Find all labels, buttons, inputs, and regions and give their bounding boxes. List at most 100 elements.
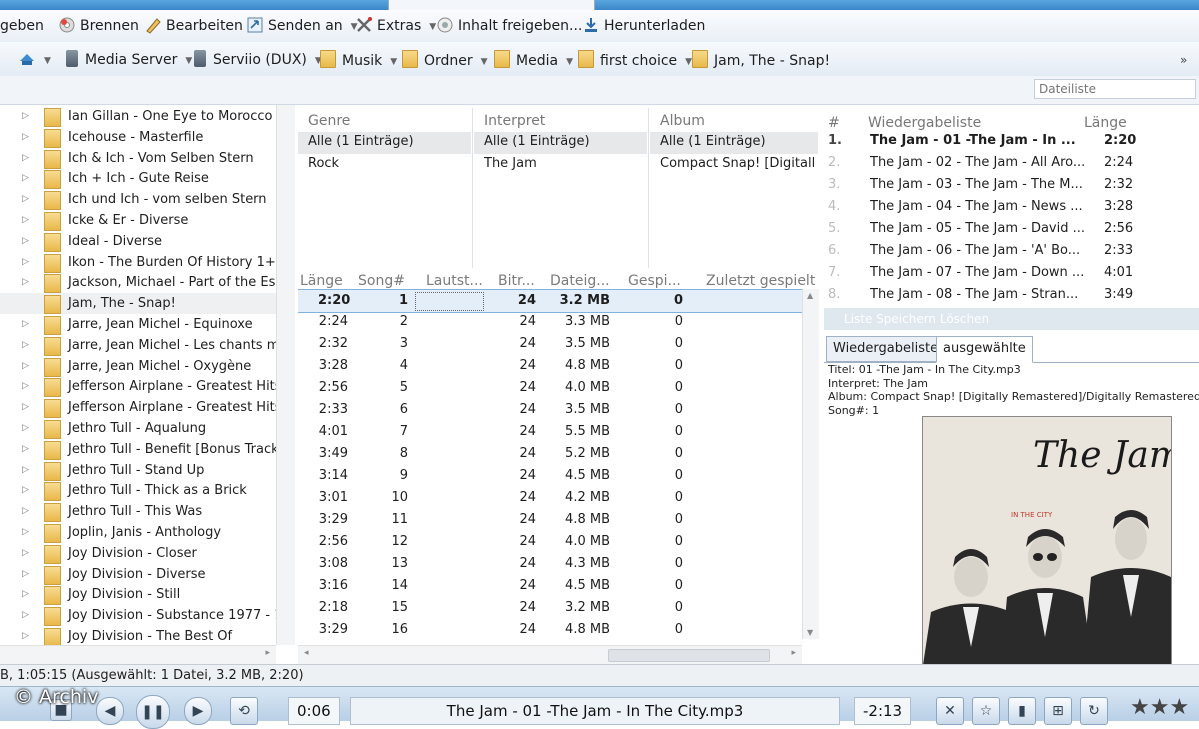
expand-arrow-icon[interactable]: ▷ (22, 418, 29, 439)
tree-horizontal-scrollbar[interactable]: ▸ (0, 645, 276, 664)
next-button[interactable]: ▶ (184, 697, 212, 725)
expand-arrow-icon[interactable]: ▷ (22, 210, 29, 231)
playlist-item[interactable]: 6. The Jam - 06 - The Jam - 'A' Bo... 2:33 (824, 240, 1199, 262)
rating-stars[interactable]: ★★★ (1130, 695, 1189, 720)
playlist-item[interactable]: 8. The Jam - 08 - The Jam - Stran... 3:49 (824, 284, 1199, 306)
tree-item[interactable]: ▷ Ich & Ich - Vom Selben Stern (0, 148, 276, 169)
expand-arrow-icon[interactable]: ▷ (22, 626, 29, 645)
repeat-button[interactable]: ⟲ (230, 697, 258, 725)
table-row[interactable]: 2:56 5 24 4.0 MB 0 (298, 377, 802, 399)
tree-item[interactable]: ▷ Ideal - Diverse (0, 231, 276, 252)
table-row[interactable]: 2:24 2 24 3.3 MB 0 (298, 311, 802, 333)
share-content-button[interactable]: Inhalt freigeben... (436, 16, 582, 36)
expand-arrow-icon[interactable]: ▷ (22, 106, 29, 127)
genre-item[interactable]: Alle (1 Einträge) (308, 131, 468, 153)
tree-item[interactable]: ▷ Jackson, Michael - Part of the Esse (0, 272, 276, 294)
burn-button[interactable]: Brennen (58, 16, 139, 36)
breadcrumb-first-choice[interactable]: first choice ▼ (578, 50, 692, 70)
tree-item[interactable]: ▷ Jethro Tull - Thick as a Brick (0, 480, 276, 502)
extras-button[interactable]: Extras ▼ (355, 16, 436, 36)
table-row[interactable]: 4:01 7 24 5.5 MB 0 (298, 421, 802, 443)
equalizer-button[interactable]: ▮ (1008, 697, 1036, 725)
search-input[interactable] (1034, 79, 1196, 99)
tree-item[interactable]: ▷ Jethro Tull - This Was (0, 501, 276, 523)
network-button[interactable]: ▼ (18, 50, 51, 70)
tree-item[interactable]: ▷ Ian Gillan - One Eye to Morocco (0, 106, 276, 127)
scroll-down-icon[interactable]: ▼ (807, 628, 813, 637)
playlist-item[interactable]: 4. The Jam - 04 - The Jam - News ... 3:28 (824, 196, 1199, 218)
expand-arrow-icon[interactable]: ▷ (22, 272, 29, 293)
expand-arrow-icon[interactable]: ▷ (22, 460, 29, 481)
expand-arrow-icon[interactable]: ▷ (22, 522, 29, 543)
album-header[interactable]: Album (660, 111, 705, 131)
breadcrumb-ordner[interactable]: Ordner ▼ (402, 50, 488, 70)
tab-playlist[interactable]: Wiedergabeliste (826, 336, 946, 362)
tree-item[interactable]: ▷ Ich und Ich - vom selben Stern (0, 189, 276, 211)
expand-arrow-icon[interactable]: ▷ (22, 480, 29, 501)
expand-arrow-icon[interactable]: ▷ (22, 168, 29, 189)
expand-arrow-icon[interactable]: ▷ (22, 252, 29, 273)
expand-arrow-icon[interactable]: ▷ (22, 376, 29, 397)
table-row[interactable]: 2:33 6 24 3.5 MB 0 (298, 399, 802, 421)
expand-arrow-icon[interactable]: ▷ (22, 148, 29, 169)
tree-item[interactable]: ▷ Jethro Tull - Stand Up (0, 460, 276, 481)
expand-arrow-icon[interactable]: ▷ (22, 314, 29, 335)
table-row[interactable]: 3:16 14 24 4.5 MB 0 (298, 575, 802, 597)
expand-arrow-icon[interactable]: ▷ (22, 397, 29, 418)
expand-arrow-icon[interactable]: ▷ (22, 543, 29, 564)
tree-item[interactable]: ▷ Ich + Ich - Gute Reise (0, 168, 276, 190)
tree-item[interactable]: ▷ Icehouse - Masterfile (0, 127, 276, 148)
expand-arrow-icon[interactable]: ▷ (22, 231, 29, 252)
add-to-playlist-button[interactable]: ⊞ (1044, 697, 1072, 725)
table-row[interactable]: 3:28 4 24 4.8 MB 0 (298, 355, 802, 377)
table-row[interactable]: 3:49 8 24 5.2 MB 0 (298, 443, 802, 465)
previous-button[interactable]: ◀ (96, 697, 124, 725)
interpret-item[interactable]: The Jam (484, 153, 644, 175)
expand-arrow-icon[interactable]: ▷ (22, 501, 29, 522)
tree-item[interactable]: ▷ Icke & Er - Diverse (0, 210, 276, 231)
tree-item[interactable]: ▷ Joy Division - Diverse (0, 564, 276, 585)
table-row[interactable]: 3:14 9 24 4.5 MB 0 (298, 465, 802, 487)
active-window-tab[interactable] (388, 0, 595, 10)
expand-arrow-icon[interactable]: ▷ (22, 439, 29, 460)
tree-item[interactable]: ▷ Jefferson Airplane - Greatest Hits ( (0, 376, 276, 398)
table-row[interactable]: 3:01 10 24 4.2 MB 0 (298, 487, 802, 509)
genre-header[interactable]: Genre (308, 111, 350, 131)
breadcrumb-more-button[interactable]: » (1180, 50, 1187, 70)
playlist-footer[interactable]: Liste Speichern Löschen (824, 308, 1199, 330)
scroll-left-icon[interactable]: ◂ (304, 648, 309, 658)
tree-item[interactable]: ▷ Joy Division - Still (0, 584, 276, 606)
breadcrumb-serviio[interactable]: Serviio (DUX) ▼ (194, 50, 322, 70)
scroll-up-icon[interactable]: ▲ (807, 291, 813, 300)
tab-selected[interactable]: ausgewählte (936, 336, 1033, 363)
playlist-item[interactable]: 5. The Jam - 05 - The Jam - David ... 2:56 (824, 218, 1199, 240)
table-row[interactable]: 2:32 3 24 3.5 MB 0 (298, 333, 802, 355)
expand-arrow-icon[interactable]: ▷ (22, 335, 29, 356)
edit-button[interactable]: Bearbeiten (144, 16, 243, 36)
tree-item[interactable]: ▷ Jarre, Jean Michel - Oxygène (0, 356, 276, 377)
table-row[interactable]: 3:08 13 24 4.3 MB 0 (298, 553, 802, 575)
tracks-horizontal-scrollbar[interactable]: ◂ ▸ (298, 645, 802, 664)
expand-arrow-icon[interactable]: ▷ (22, 356, 29, 377)
interpret-item[interactable]: Alle (1 Einträge) (484, 131, 644, 153)
expand-arrow-icon[interactable]: ▷ (22, 189, 29, 210)
tree-item[interactable]: ▷ Ikon - The Burden Of History 1+2 (0, 252, 276, 273)
tree-item[interactable]: ▷ Joy Division - Closer (0, 543, 276, 564)
tree-vertical-scrollbar[interactable] (276, 105, 295, 645)
scroll-thumb[interactable] (608, 649, 770, 662)
album-item[interactable]: Alle (1 Einträge) (660, 131, 815, 153)
tree-item[interactable]: ▷ Joplin, Janis - Anthology (0, 522, 276, 543)
expand-arrow-icon[interactable]: ▷ (22, 605, 29, 626)
download-button[interactable]: Herunterladen (582, 16, 705, 36)
breadcrumb-musik[interactable]: Musik ▼ (320, 50, 397, 70)
refresh-button[interactable]: ↻ (1080, 697, 1108, 725)
pause-button[interactable]: ❚❚ (136, 695, 170, 729)
tree-item[interactable]: ▷ Jefferson Airplane - Greatest Hits ( (0, 397, 276, 419)
tree-item[interactable]: ▷ Joy Division - Substance 1977 - 198 (0, 605, 276, 627)
toolbar-item-geben[interactable]: geben (0, 16, 44, 36)
expand-arrow-icon[interactable]: ▷ (22, 564, 29, 585)
playlist-item[interactable]: 7. The Jam - 07 - The Jam - Down ... 4:01 (824, 262, 1199, 284)
genre-item[interactable]: Rock (308, 153, 468, 175)
send-to-button[interactable]: Senden an ▼ (246, 16, 358, 36)
table-row[interactable]: 2:56 12 24 4.0 MB 0 (298, 531, 802, 553)
